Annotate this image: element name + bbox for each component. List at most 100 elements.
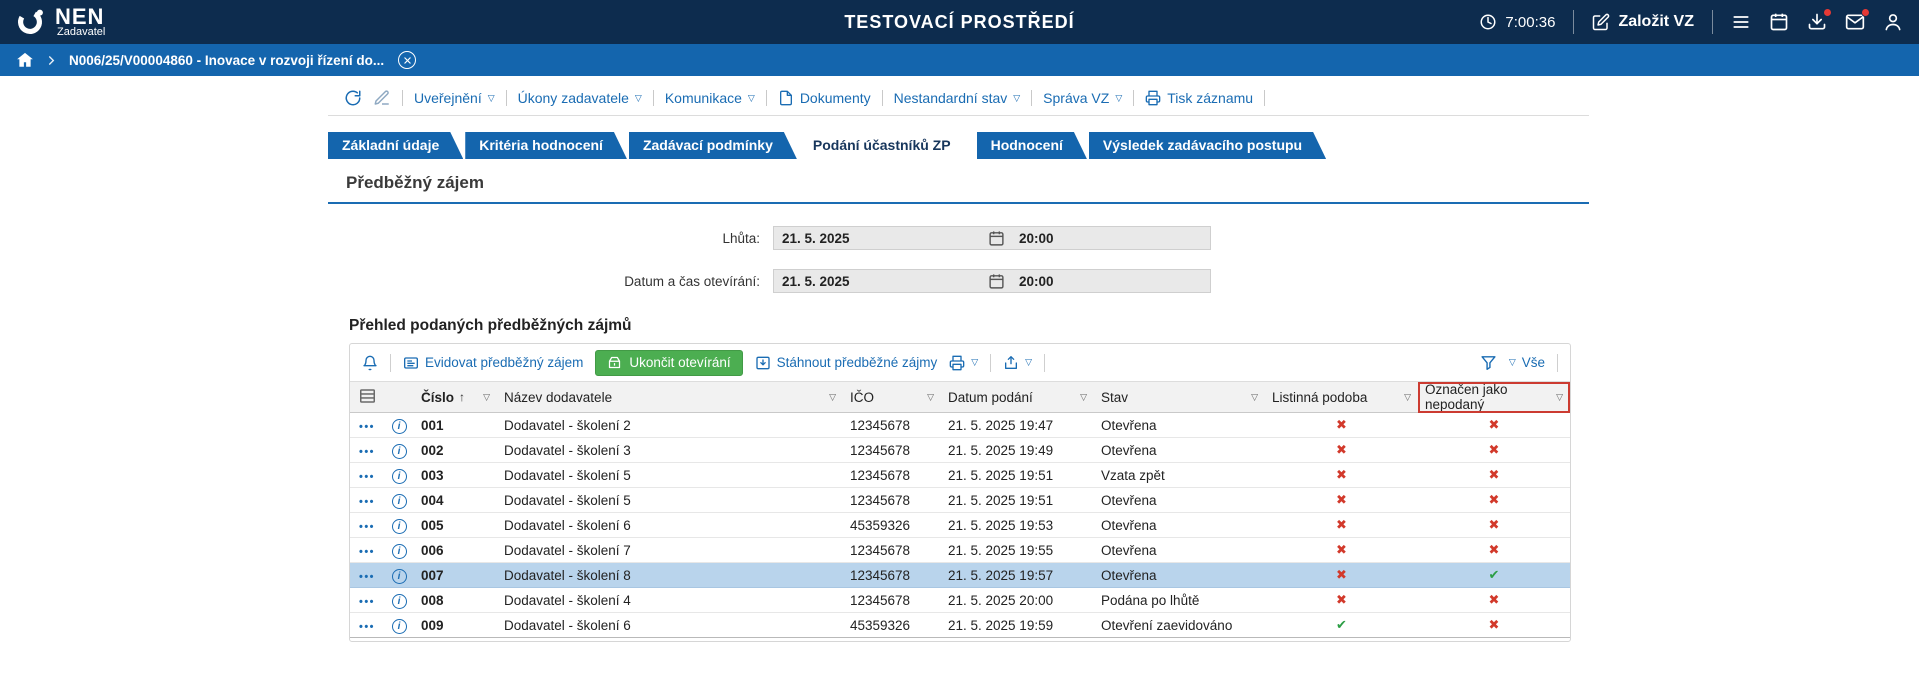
user-profile-icon[interactable] bbox=[1883, 12, 1903, 32]
row-menu-icon[interactable]: ••• bbox=[359, 421, 375, 433]
table-row-004[interactable]: ••• i 004 Dodavatel - školení 5 12345678… bbox=[350, 487, 1570, 513]
menu-item-dokumenty[interactable]: Dokumenty bbox=[778, 90, 871, 106]
row-menu-icon[interactable]: ••• bbox=[359, 496, 375, 508]
tab-vysledek-zadavaciho-postupu[interactable]: Výsledek zadávacího postupu bbox=[1089, 132, 1326, 159]
create-vz-button[interactable]: Založit VZ bbox=[1592, 13, 1694, 31]
filter-icon[interactable]: ▽ bbox=[1556, 392, 1563, 403]
table-row-008[interactable]: ••• i 008 Dodavatel - školení 4 12345678… bbox=[350, 587, 1570, 613]
print-list-button[interactable]: ▽ bbox=[949, 355, 978, 371]
table-row-009[interactable]: ••• i 009 Dodavatel - školení 6 45359326… bbox=[350, 612, 1570, 638]
menu-item-ukony-zadavatele[interactable]: Úkony zadavatele ▽ bbox=[518, 90, 642, 106]
filter-icon[interactable]: ▽ bbox=[1251, 392, 1258, 403]
menu-item-uverejneni[interactable]: Uveřejnění ▽ bbox=[414, 90, 495, 106]
column-header-nazev-dodavatele[interactable]: Název dodavatele ▽ bbox=[497, 381, 843, 413]
top-bar-actions: 7:00:36 Založit VZ bbox=[1479, 8, 1903, 34]
row-menu-icon[interactable]: ••• bbox=[359, 596, 375, 608]
list-toolbar: Evidovat předběžný zájem Ukončit otevírá… bbox=[350, 344, 1570, 381]
table-row-007[interactable]: ••• i 007 Dodavatel - školení 8 12345678… bbox=[350, 562, 1570, 588]
info-icon[interactable]: i bbox=[391, 443, 407, 459]
info-icon[interactable]: i bbox=[391, 468, 407, 484]
table-row-001[interactable]: ••• i 001 Dodavatel - školení 2 12345678… bbox=[350, 412, 1570, 438]
filter-all-label: Vše bbox=[1521, 355, 1545, 370]
register-interest-button[interactable]: Evidovat předběžný zájem bbox=[403, 355, 583, 371]
column-header-oznacen-jako-nepodany[interactable]: Označen jako nepodaný ▽ bbox=[1418, 381, 1570, 413]
filter-icon[interactable]: ▽ bbox=[829, 392, 836, 403]
column-header-ico[interactable]: IČO ▽ bbox=[843, 381, 941, 413]
filter-icon[interactable]: ▽ bbox=[1404, 392, 1411, 403]
cell-status: Otevření zaevidováno bbox=[1094, 612, 1265, 638]
filter-all-dropdown[interactable]: ▽ Vše bbox=[1509, 355, 1545, 370]
divider bbox=[402, 90, 403, 106]
divider bbox=[1712, 10, 1713, 34]
row-menu-icon[interactable]: ••• bbox=[359, 546, 375, 558]
row-menu-icon[interactable]: ••• bbox=[359, 621, 375, 633]
sort-ascending-icon[interactable]: ↑ bbox=[459, 390, 465, 404]
table-row-006[interactable]: ••• i 006 Dodavatel - školení 7 12345678… bbox=[350, 537, 1570, 563]
info-icon[interactable]: i bbox=[391, 618, 407, 634]
tab-kriteria-hodnoceni[interactable]: Kritéria hodnocení bbox=[465, 132, 627, 159]
export-button[interactable]: ▽ bbox=[1003, 355, 1032, 371]
nen-logo-icon bbox=[14, 6, 46, 38]
filter-funnel-icon[interactable] bbox=[1480, 354, 1497, 371]
divider bbox=[390, 353, 391, 372]
home-icon[interactable] bbox=[16, 51, 34, 69]
row-menu-icon[interactable]: ••• bbox=[359, 471, 375, 483]
calendar-icon[interactable] bbox=[988, 230, 1005, 247]
cell-number: 001 bbox=[414, 412, 497, 438]
menu-item-sprava-vz[interactable]: Správa VZ ▽ bbox=[1043, 90, 1122, 106]
tab-hodnoceni[interactable]: Hodnocení bbox=[977, 132, 1087, 159]
app-logo[interactable]: NEN Zadavatel bbox=[14, 5, 105, 38]
filter-icon[interactable]: ▽ bbox=[927, 392, 934, 403]
info-icon[interactable]: i bbox=[391, 418, 407, 434]
info-icon[interactable]: i bbox=[391, 518, 407, 534]
messages-icon[interactable] bbox=[1845, 8, 1870, 32]
breadcrumb-item[interactable]: N006/25/V00004860 - Inovace v rozvoji ří… bbox=[69, 53, 384, 68]
menu-item-label: Úkony zadavatele bbox=[517, 90, 629, 106]
row-menu-icon[interactable]: ••• bbox=[359, 521, 375, 533]
refresh-icon[interactable] bbox=[344, 89, 362, 107]
tab-zakladni-udaje[interactable]: Základní údaje bbox=[328, 132, 463, 159]
info-icon[interactable]: i bbox=[391, 493, 407, 509]
filter-icon[interactable]: ▽ bbox=[1080, 392, 1087, 403]
info-icon[interactable]: i bbox=[391, 568, 407, 584]
column-label: Stav bbox=[1101, 389, 1129, 405]
end-opening-button[interactable]: Ukončit otevírání bbox=[595, 349, 743, 376]
close-record-button[interactable] bbox=[398, 51, 417, 69]
menu-item-komunikace[interactable]: Komunikace ▽ bbox=[665, 90, 755, 106]
chevron-down-icon: ▽ bbox=[1025, 357, 1033, 367]
chevron-down-icon: ▽ bbox=[1013, 92, 1021, 103]
column-header-listinna-podoba[interactable]: Listinná podoba ▽ bbox=[1265, 381, 1418, 413]
row-menu-icon[interactable]: ••• bbox=[359, 446, 375, 458]
download-interests-button[interactable]: Stáhnout předběžné zájmy bbox=[755, 355, 937, 371]
calendar-icon[interactable] bbox=[1769, 12, 1789, 32]
cell-marked-not-submitted: ✖ bbox=[1418, 412, 1570, 438]
column-header-datum-podani[interactable]: Datum podání ▽ bbox=[941, 381, 1094, 413]
calendar-icon[interactable] bbox=[988, 273, 1005, 290]
cell-marked-not-submitted: ✖ bbox=[1418, 512, 1570, 538]
tab-zadavaci-podminky[interactable]: Zadávací podmínky bbox=[629, 132, 797, 159]
menu-item-tisk-zaznamu[interactable]: Tisk záznamu bbox=[1145, 90, 1253, 106]
divider bbox=[1264, 90, 1266, 106]
column-header-stav[interactable]: Stav ▽ bbox=[1094, 381, 1265, 413]
edit-pencil-icon[interactable] bbox=[373, 89, 391, 107]
cell-supplier: Dodavatel - školení 5 bbox=[497, 462, 843, 488]
downloads-icon[interactable] bbox=[1807, 8, 1832, 32]
cell-supplier: Dodavatel - školení 6 bbox=[497, 512, 843, 538]
column-header-cislo[interactable]: Číslo ↑ ▽ bbox=[414, 381, 497, 413]
tab-podani-ucastniku-zp[interactable]: Podání účastníků ZP bbox=[799, 132, 975, 159]
form-row: Lhůta: 21. 5. 2025 20:00 bbox=[328, 226, 1589, 250]
menu-item-nestandardni-stav[interactable]: Nestandardní stav ▽ bbox=[894, 90, 1021, 106]
table-row-003[interactable]: ••• i 003 Dodavatel - školení 5 12345678… bbox=[350, 462, 1570, 488]
menu-hamburger-icon[interactable] bbox=[1731, 12, 1751, 32]
row-menu-icon[interactable]: ••• bbox=[359, 571, 375, 583]
filter-icon[interactable]: ▽ bbox=[483, 392, 490, 403]
table-row-005[interactable]: ••• i 005 Dodavatel - školení 6 45359326… bbox=[350, 512, 1570, 538]
row-actions-cell: ••• bbox=[350, 412, 384, 438]
cell-status: Otevřena bbox=[1094, 562, 1265, 588]
table-row-002[interactable]: ••• i 002 Dodavatel - školení 3 12345678… bbox=[350, 437, 1570, 463]
menu-item-label: Dokumenty bbox=[799, 90, 871, 106]
info-icon[interactable]: i bbox=[391, 543, 407, 559]
notification-bell-icon[interactable] bbox=[362, 355, 378, 371]
column-settings-icon[interactable] bbox=[357, 387, 378, 405]
info-icon[interactable]: i bbox=[391, 593, 407, 609]
